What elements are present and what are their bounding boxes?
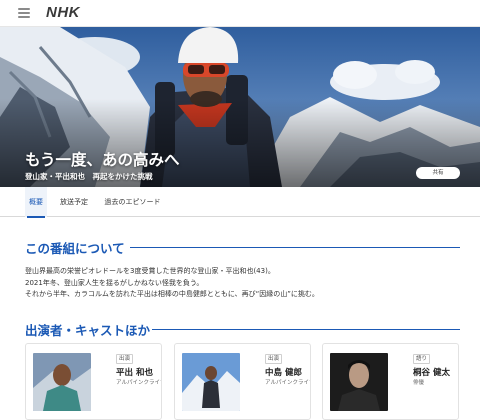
cast-role-badge: 出演 <box>116 354 134 364</box>
program-tabs: 概要 放送予定 過去のエピソード <box>0 187 480 218</box>
description-line: それから半年、カラコルムを訪れた平出は相棒の中島健郎とともに、再び“因縁の山”に… <box>25 290 319 298</box>
hamburger-menu-icon[interactable] <box>18 8 30 18</box>
program-title: もう一度、あの高みへ <box>25 151 180 169</box>
cast-name: 中島 健郎 <box>265 368 302 378</box>
tab-overview[interactable]: 概要 <box>27 187 45 218</box>
cast-photo <box>182 353 240 411</box>
cast-photo <box>330 353 388 411</box>
nhk-logo[interactable]: NHK <box>46 4 80 21</box>
program-description: 登山界最高の栄誉ピオレドールを3度受賞した世界的な登山家・平出和也(43)。 2… <box>25 266 465 301</box>
share-button[interactable]: 共有 <box>416 167 460 179</box>
cast-role-badge: 語り <box>413 354 431 364</box>
cast-name: 桐谷 健太 <box>413 368 450 378</box>
hero-banner: もう一度、あの高みへ 登山家・平出和也 再起をかけた挑戦 共有 <box>0 27 480 187</box>
tab-past-episodes[interactable]: 過去のエピソード <box>104 187 161 217</box>
cast-card[interactable]: 語り 桐谷 健太 俳優 <box>322 343 459 420</box>
tab-schedule[interactable]: 放送予定 <box>57 187 91 217</box>
cast-occupation: 俳優 <box>413 380 425 386</box>
about-heading-rule <box>130 247 460 248</box>
cast-photo <box>33 353 91 411</box>
cast-name: 平出 和也 <box>116 368 153 378</box>
cast-card[interactable]: 出演 中島 健郎 アルパインクライマー <box>174 343 311 420</box>
cast-role-badge: 出演 <box>265 354 283 364</box>
description-line: 登山界最高の栄誉ピオレドールを3度受賞した世界的な登山家・平出和也(43)。 <box>25 267 275 275</box>
about-heading: この番組について <box>25 241 125 256</box>
cast-heading-rule <box>152 329 460 330</box>
cast-card[interactable]: 出演 平出 和也 アルパインクライマー <box>25 343 162 420</box>
cast-heading: 出演者・キャストほか <box>25 323 151 338</box>
program-subtitle: 登山家・平出和也 再起をかけた挑戦 <box>25 172 153 181</box>
cast-occupation: アルパインクライマー <box>265 380 310 386</box>
site-header: NHK <box>0 0 480 27</box>
cast-occupation: アルパインクライマー <box>116 380 161 386</box>
description-line: 2021年冬、登山家人生を揺るがしかねない怪我を負う。 <box>25 278 204 287</box>
